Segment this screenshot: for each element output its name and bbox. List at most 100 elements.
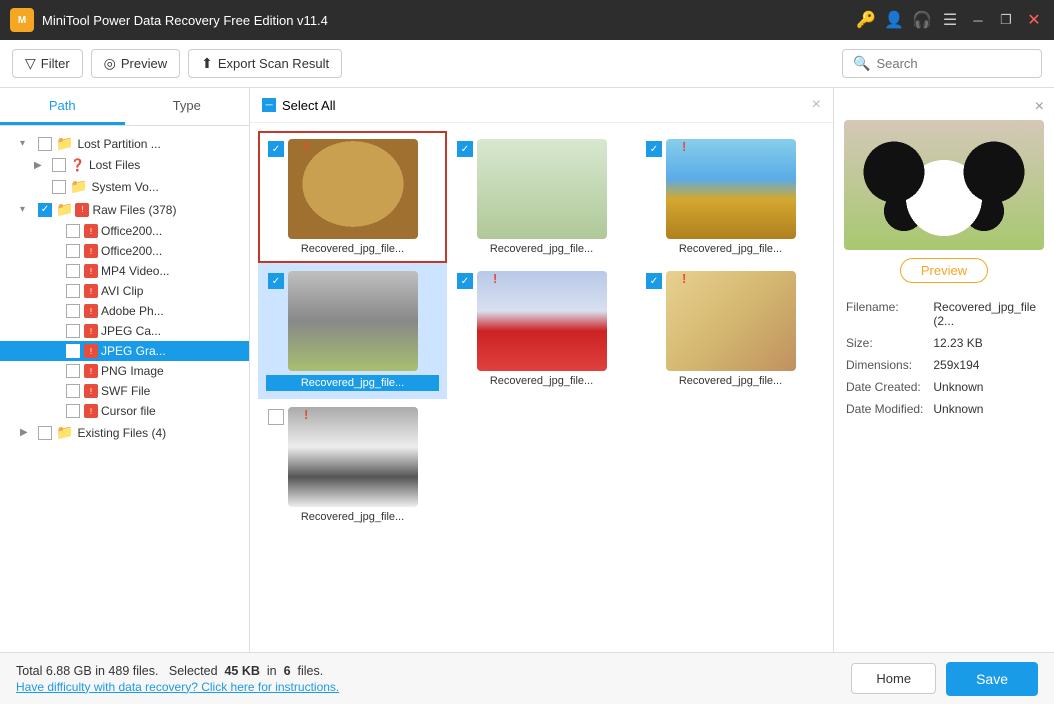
restore-icon[interactable]: ❐ <box>996 12 1016 28</box>
search-input[interactable] <box>876 56 1031 71</box>
preview-icon: ◎ <box>104 55 116 72</box>
file-badge-icon: ! <box>84 224 98 238</box>
home-button[interactable]: Home <box>851 663 936 694</box>
thumb-checkbox-beagle[interactable]: ✓ <box>457 141 473 157</box>
thumb-label-giraffe: Recovered_jpg_file... <box>666 243 796 255</box>
tree-item-raw-files[interactable]: ▾ ✓ 📁 ! Raw Files (378) <box>0 198 249 221</box>
checkbox-office200-2[interactable] <box>66 244 80 258</box>
file-thumb-husky[interactable]: ! Recovered_jpg_file... <box>258 399 447 531</box>
thumb-checkbox-puppies[interactable]: ✓ <box>646 273 662 289</box>
tree-item-swf-file[interactable]: ! SWF File <box>0 381 249 401</box>
checkbox-mp4-video[interactable] <box>66 264 80 278</box>
dimensions-value: 259x194 <box>933 355 1042 375</box>
select-all-area[interactable]: ─ Select All <box>262 98 335 113</box>
select-all-checkbox[interactable]: ─ <box>262 98 276 112</box>
tree-item-jpeg-gra[interactable]: ✓ ! JPEG Gra... <box>0 341 249 361</box>
thumb-checkbox-berries[interactable]: ✓ <box>457 273 473 289</box>
main-content: Path Type ▾ 📁 Lost Partition ... ▶ ❓ Los… <box>0 88 1054 652</box>
file-thumb-panda[interactable]: ✓ Recovered_jpg_file... <box>258 263 447 399</box>
tree-item-avi-clip[interactable]: ! AVI Clip <box>0 281 249 301</box>
tree-item-mp4-video[interactable]: ! MP4 Video... <box>0 261 249 281</box>
checkbox-jpeg-ca[interactable] <box>66 324 80 338</box>
file-thumb-berries[interactable]: ✓ ! Recovered_jpg_file... <box>447 263 636 399</box>
tree-item-existing-files[interactable]: ▶ 📁 Existing Files (4) <box>0 421 249 444</box>
statusbar: Total 6.88 GB in 489 files. Selected 45 … <box>0 652 1054 704</box>
thumb-checkbox-giraffe[interactable]: ✓ <box>646 141 662 157</box>
export-button[interactable]: ⬆ Export Scan Result <box>188 49 342 78</box>
checkbox-lost-partition[interactable] <box>38 137 52 151</box>
headphone-icon[interactable]: 🎧 <box>912 10 932 30</box>
checkbox-avi-clip[interactable] <box>66 284 80 298</box>
preview-close-button[interactable]: × <box>844 98 1044 116</box>
checkbox-cursor-file[interactable] <box>66 404 80 418</box>
tree-label-adobe-ph: Adobe Ph... <box>101 304 243 318</box>
checkbox-system-vo[interactable] <box>52 180 66 194</box>
thumb-label-berries: Recovered_jpg_file... <box>477 375 607 387</box>
sidebar: Path Type ▾ 📁 Lost Partition ... ▶ ❓ Los… <box>0 88 250 652</box>
checkbox-office200-1[interactable] <box>66 224 80 238</box>
file-thumb-rabbit[interactable]: ✓ ! Recovered_jpg_file... <box>258 131 447 263</box>
tree-item-office200-2[interactable]: ! Office200... <box>0 241 249 261</box>
checkbox-jpeg-gra[interactable]: ✓ <box>66 344 80 358</box>
app-logo: M <box>10 8 34 32</box>
save-button[interactable]: Save <box>946 662 1038 696</box>
question-icon: ❓ <box>70 158 85 172</box>
selected-count: 6 <box>284 664 291 678</box>
tab-path[interactable]: Path <box>0 88 125 125</box>
tree-item-office200-1[interactable]: ! Office200... <box>0 221 249 241</box>
tree-item-system-vo[interactable]: 📁 System Vo... <box>0 175 249 198</box>
tree-label-office200-2: Office200... <box>101 244 243 258</box>
checkbox-adobe-ph[interactable] <box>66 304 80 318</box>
help-link[interactable]: Have difficulty with data recovery? Clic… <box>16 680 339 694</box>
size-label: Size: <box>846 333 931 353</box>
thumb-checkbox-husky[interactable] <box>268 409 284 425</box>
thumb-checkbox-rabbit[interactable]: ✓ <box>268 141 284 157</box>
tree-item-lost-partition[interactable]: ▾ 📁 Lost Partition ... <box>0 132 249 155</box>
preview-btn-area: Preview <box>844 258 1044 283</box>
tree-label-system-vo: System Vo... <box>91 180 243 194</box>
checkbox-png-image[interactable] <box>66 364 80 378</box>
grid-close-icon[interactable]: × <box>812 96 821 114</box>
folder-icon: 📁 <box>56 424 73 441</box>
tree-item-adobe-ph[interactable]: ! Adobe Ph... <box>0 301 249 321</box>
preview-panda-image <box>844 120 1044 250</box>
thumb-checkbox-panda[interactable]: ✓ <box>268 273 284 289</box>
close-icon[interactable]: ✕ <box>1024 10 1044 30</box>
preview-button[interactable]: ◎ Preview <box>91 49 180 78</box>
filter-button[interactable]: ▽ Filter <box>12 49 83 78</box>
file-thumb-giraffe[interactable]: ✓ ! Recovered_jpg_file... <box>636 131 825 263</box>
date-modified-label: Date Modified: <box>846 399 931 419</box>
thumb-image-puppies <box>666 271 796 371</box>
menu-icon[interactable]: ☰ <box>940 10 960 30</box>
file-thumb-puppies[interactable]: ✓ ! Recovered_jpg_file... <box>636 263 825 399</box>
thumb-image-giraffe <box>666 139 796 239</box>
minimize-icon[interactable]: ─ <box>968 13 988 28</box>
error-badge-husky: ! <box>304 407 308 422</box>
tree-label-mp4-video: MP4 Video... <box>101 264 243 278</box>
tree-item-cursor-file[interactable]: ! Cursor file <box>0 401 249 421</box>
tab-type[interactable]: Type <box>125 88 250 125</box>
search-box[interactable]: 🔍 <box>842 49 1042 78</box>
checkbox-swf-file[interactable] <box>66 384 80 398</box>
expand-icon: ▶ <box>20 427 34 438</box>
checkbox-raw-files[interactable]: ✓ <box>38 203 52 217</box>
tree-label-jpeg-ca: JPEG Ca... <box>101 324 243 338</box>
file-thumb-beagle[interactable]: ✓ ! Recovered_jpg_file... <box>447 131 636 263</box>
app-title: MiniTool Power Data Recovery Free Editio… <box>42 13 856 28</box>
preview-filename-row: Filename: Recovered_jpg_file(2... <box>846 297 1042 331</box>
tree-item-png-image[interactable]: ! PNG Image <box>0 361 249 381</box>
file-grid: ✓ ! Recovered_jpg_file... ✓ ! Recovered_… <box>250 123 833 652</box>
tree-item-jpeg-ca[interactable]: ! JPEG Ca... <box>0 321 249 341</box>
status-buttons: Home Save <box>851 662 1038 696</box>
user-icon[interactable]: 👤 <box>884 10 904 30</box>
expand-icon: ▾ <box>20 138 34 149</box>
checkbox-lost-files[interactable] <box>52 158 66 172</box>
size-value: 12.23 KB <box>933 333 1042 353</box>
key-icon[interactable]: 🔑 <box>856 10 876 30</box>
select-all-label: Select All <box>282 98 335 113</box>
thumb-label-puppies: Recovered_jpg_file... <box>666 375 796 387</box>
preview-action-button[interactable]: Preview <box>900 258 988 283</box>
filter-icon: ▽ <box>25 55 36 72</box>
checkbox-existing-files[interactable] <box>38 426 52 440</box>
tree-item-lost-files[interactable]: ▶ ❓ Lost Files <box>0 155 249 175</box>
